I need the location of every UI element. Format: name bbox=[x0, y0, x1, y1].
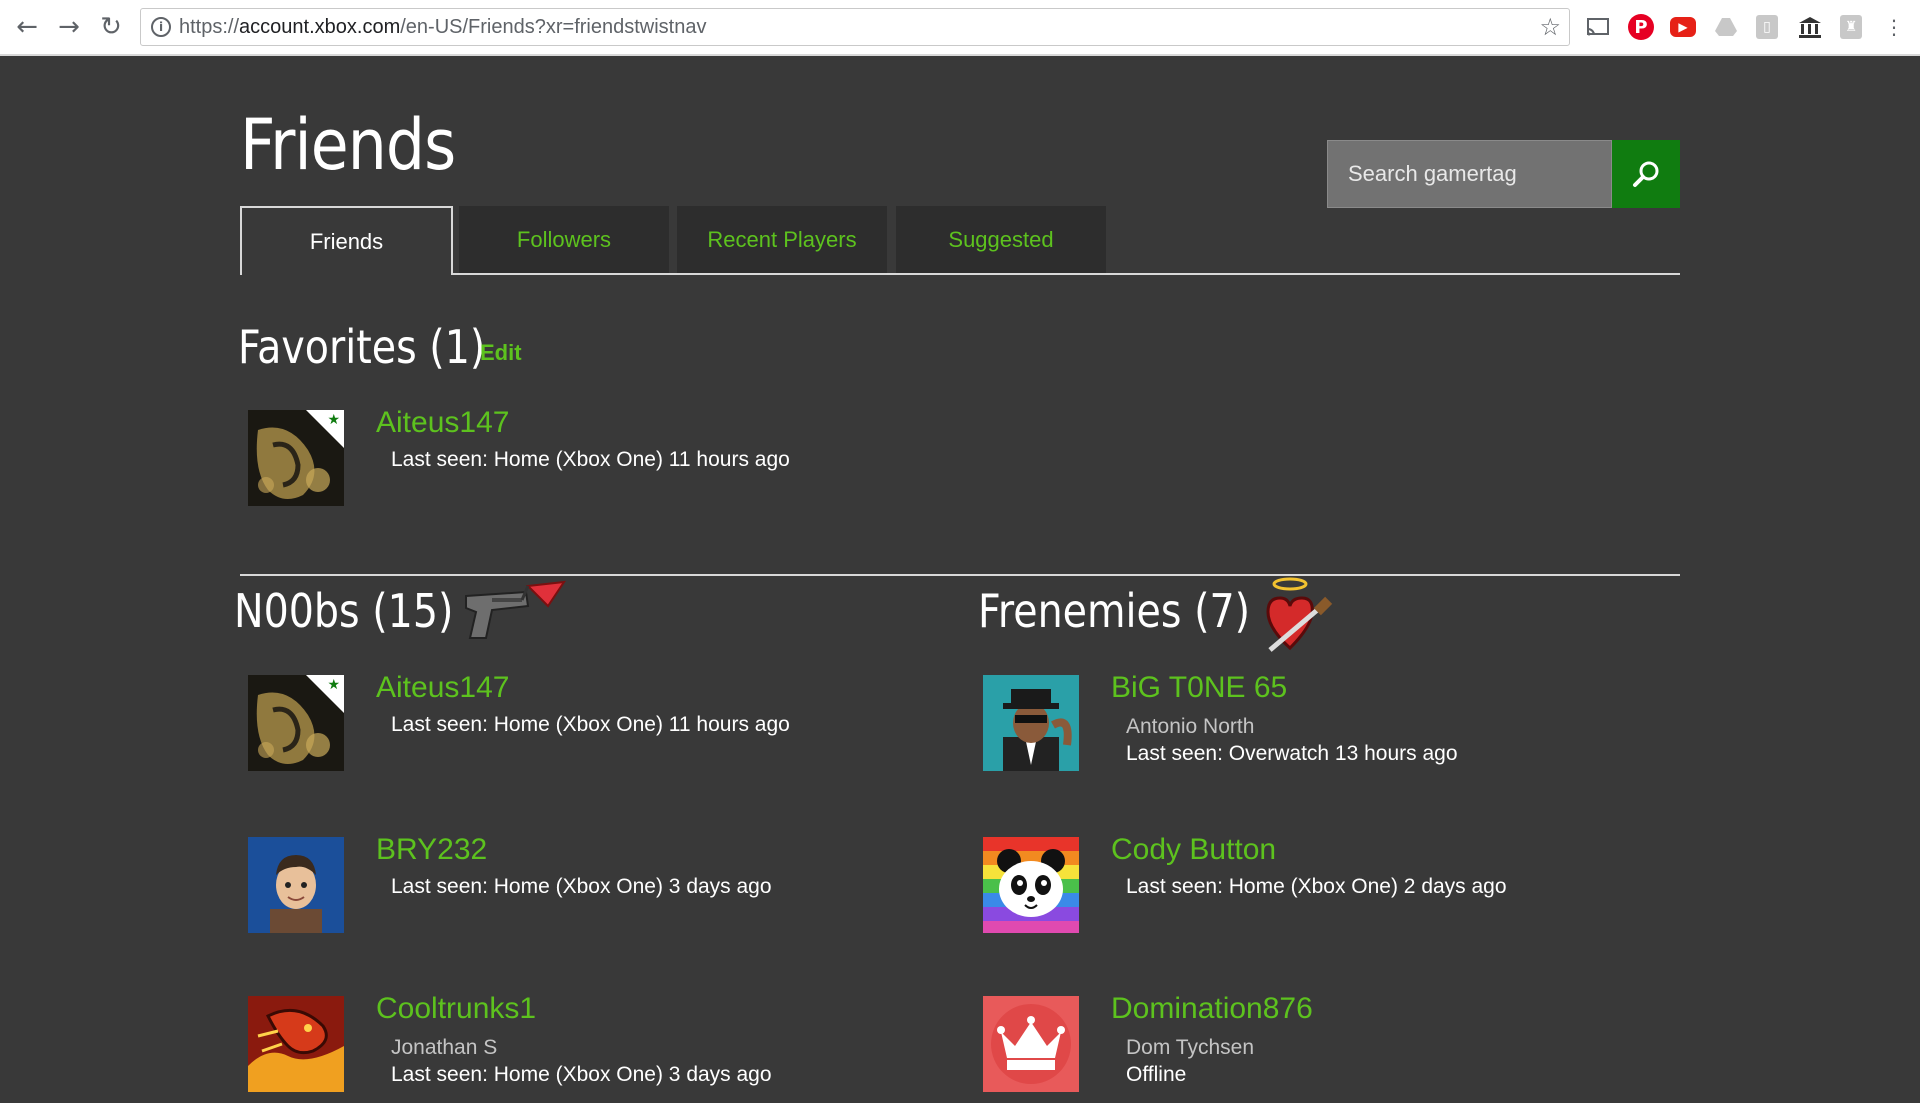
search-button[interactable] bbox=[1612, 140, 1680, 208]
real-name: Dom Tychsen bbox=[1126, 1036, 1254, 1059]
bookmark-star-icon[interactable]: ☆ bbox=[1539, 13, 1561, 41]
browser-toolbar: ← → ↻ i https://account.xbox.com/en-US/F… bbox=[0, 0, 1920, 56]
stabbed-heart-icon bbox=[1262, 576, 1334, 656]
friend-item[interactable]: Cooltrunks1 Jonathan S Last seen: Home (… bbox=[248, 992, 948, 1096]
avatar[interactable] bbox=[983, 996, 1079, 1092]
last-seen: Last seen: Home (Xbox One) 11 hours ago bbox=[391, 448, 790, 471]
tab-friends[interactable]: Friends bbox=[240, 206, 453, 275]
search-icon bbox=[1633, 161, 1659, 187]
last-seen: Last seen: Home (Xbox One) 11 hours ago bbox=[391, 713, 790, 736]
tab-suggested[interactable]: Suggested bbox=[896, 206, 1106, 273]
friend-item[interactable]: BRY232 Last seen: Home (Xbox One) 3 days… bbox=[248, 833, 948, 937]
address-bar[interactable]: i https://account.xbox.com/en-US/Friends… bbox=[140, 8, 1570, 46]
gun-icon bbox=[462, 576, 570, 648]
section-divider bbox=[240, 574, 1680, 576]
back-arrow-icon[interactable]: ← bbox=[10, 10, 44, 44]
extension-icon[interactable]: ♜ bbox=[1840, 15, 1862, 39]
favorite-star-icon: ★ bbox=[327, 677, 340, 693]
last-seen: Last seen: Home (Xbox One) 2 days ago bbox=[1126, 875, 1507, 898]
gamertag[interactable]: Cody Button bbox=[1111, 833, 1276, 867]
friend-item[interactable]: BiG T0NE 65 Antonio North Last seen: Ove… bbox=[983, 671, 1683, 775]
last-seen: Last seen: Home (Xbox One) 3 days ago bbox=[391, 1063, 772, 1086]
edit-favorites-link[interactable]: Edit bbox=[480, 340, 522, 366]
cast-icon[interactable] bbox=[1584, 13, 1612, 41]
reload-icon[interactable]: ↻ bbox=[94, 10, 128, 44]
gamertag[interactable]: Cooltrunks1 bbox=[376, 992, 536, 1026]
gamertag[interactable]: Aiteus147 bbox=[376, 671, 509, 705]
friend-item[interactable]: ★ Aiteus147 Last seen: Home (Xbox One) 1… bbox=[248, 671, 948, 775]
group-heading-frenemies: Frenemies (7) bbox=[978, 584, 1251, 638]
tab-followers[interactable]: Followers bbox=[459, 206, 669, 273]
avatar[interactable] bbox=[248, 837, 344, 933]
status-offline: Offline bbox=[1126, 1063, 1187, 1086]
bank-icon[interactable] bbox=[1796, 13, 1824, 41]
favorites-heading: Favorites (1) bbox=[238, 320, 486, 374]
gamertag[interactable]: BRY232 bbox=[376, 833, 487, 867]
friend-item[interactable]: Cody Button Last seen: Home (Xbox One) 2… bbox=[983, 833, 1683, 937]
favorite-friend-item[interactable]: ★ Aiteus147 Last seen: Home (Xbox One) 1… bbox=[248, 406, 948, 510]
drive-icon[interactable] bbox=[1712, 13, 1740, 41]
info-icon[interactable]: i bbox=[151, 17, 171, 37]
last-seen: Last seen: Home (Xbox One) 3 days ago bbox=[391, 875, 772, 898]
pinterest-icon[interactable]: P bbox=[1628, 14, 1654, 40]
avatar[interactable]: ★ bbox=[248, 410, 344, 506]
page-title: Friends bbox=[240, 104, 456, 186]
favorite-star-icon: ★ bbox=[327, 412, 340, 428]
real-name: Antonio North bbox=[1126, 715, 1255, 738]
menu-dots-icon[interactable]: ⋮ bbox=[1880, 13, 1908, 41]
avatar[interactable] bbox=[983, 675, 1079, 771]
real-name: Jonathan S bbox=[391, 1036, 498, 1059]
extension-icon[interactable]: ▯ bbox=[1756, 15, 1778, 39]
search-input[interactable] bbox=[1328, 141, 1611, 207]
avatar[interactable]: ★ bbox=[248, 675, 344, 771]
avatar[interactable] bbox=[248, 996, 344, 1092]
gamertag[interactable]: BiG T0NE 65 bbox=[1111, 671, 1287, 705]
youtube-icon[interactable]: ▶ bbox=[1670, 17, 1696, 37]
forward-arrow-icon[interactable]: → bbox=[52, 10, 86, 44]
tab-recent-players[interactable]: Recent Players bbox=[677, 206, 887, 273]
group-heading-noobs: N00bs (15) bbox=[234, 584, 454, 638]
url-text[interactable]: https://account.xbox.com/en-US/Friends?x… bbox=[179, 16, 706, 39]
search-gamertag-field[interactable] bbox=[1327, 140, 1612, 208]
avatar[interactable] bbox=[983, 837, 1079, 933]
friends-tabs: Friends Followers Recent Players Suggest… bbox=[240, 206, 1680, 275]
gamertag[interactable]: Domination876 bbox=[1111, 992, 1313, 1026]
last-seen: Last seen: Overwatch 13 hours ago bbox=[1126, 742, 1458, 765]
gamertag[interactable]: Aiteus147 bbox=[376, 406, 509, 440]
friend-item[interactable]: Domination876 Dom Tychsen Offline bbox=[983, 992, 1683, 1096]
